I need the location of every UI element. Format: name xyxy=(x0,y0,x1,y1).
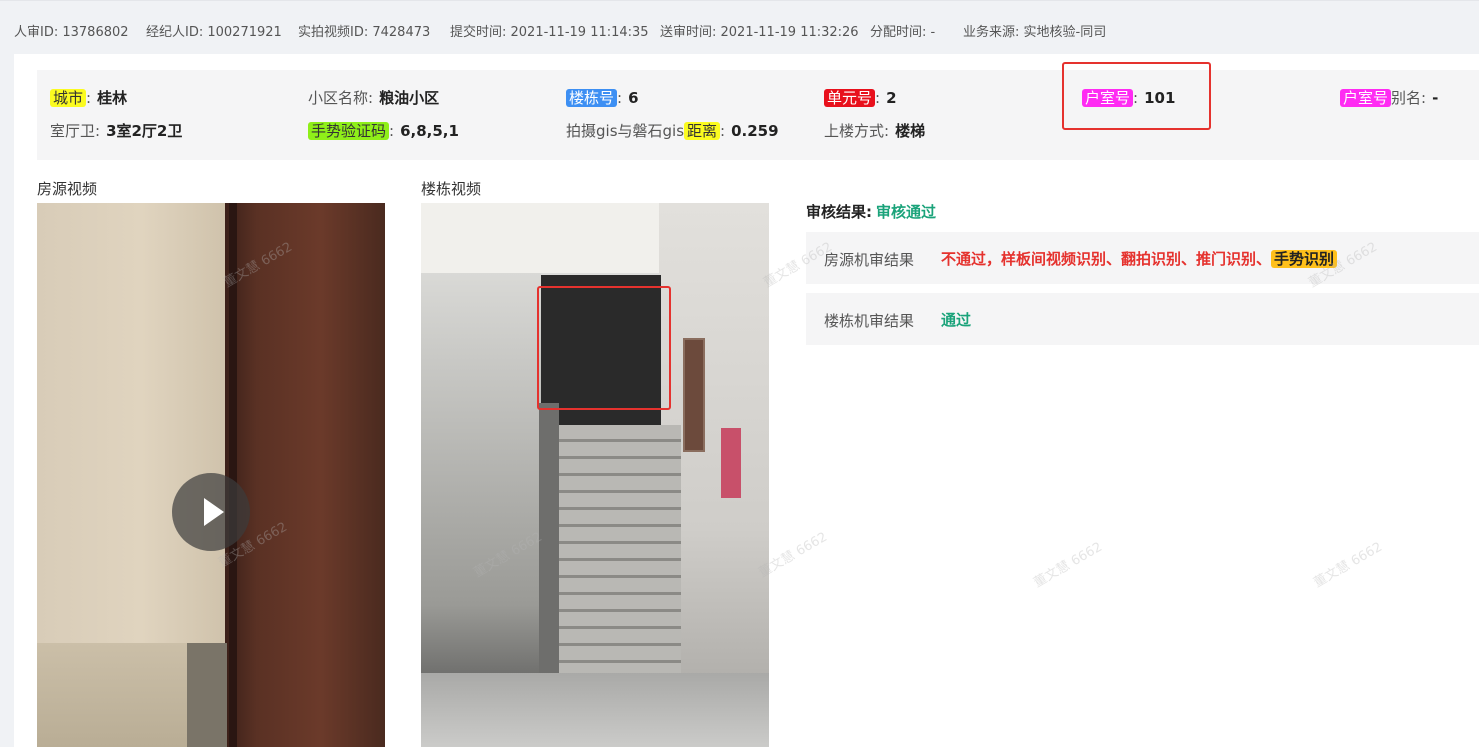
city-value: 桂林 xyxy=(97,89,128,107)
community-value: 粮油小区 xyxy=(379,89,440,107)
building-label: 楼栋号 xyxy=(566,89,618,107)
watermark: 董文慧 6662 xyxy=(1031,539,1105,591)
staircase-image xyxy=(541,425,681,675)
building-video-player[interactable] xyxy=(421,203,769,747)
business-source: 业务来源: 实地核验-同司 xyxy=(963,25,1107,40)
building-video-label: 楼栋视频 xyxy=(421,180,482,198)
city-field: 城市: 桂林 xyxy=(50,87,127,108)
gis-distance-value: 0.259 xyxy=(731,122,779,140)
room-alias-tag: 户室号 xyxy=(1340,89,1392,107)
review-panel: 城市: 桂林 小区名称: 粮油小区 楼栋号:6 单元号:2 户室号:101 户室号别… xyxy=(14,54,1479,747)
room-number-annotation-box xyxy=(1062,62,1211,130)
layout-label: 室厅卫: xyxy=(50,122,101,140)
house-machine-result-label: 房源机审结果 xyxy=(824,251,915,269)
stairs-field: 上楼方式: 楼梯 xyxy=(824,120,925,141)
gis-distance-prefix: 拍摄gis与磐石gis xyxy=(566,122,685,140)
house-video-label: 房源视频 xyxy=(37,180,98,198)
building-machine-result-value: 通过 xyxy=(941,311,972,329)
building-value: 6 xyxy=(628,89,639,107)
header-meta-bar: 人审ID: 13786802 经纪人ID: 100271921 实拍视频ID: … xyxy=(0,0,1479,55)
video-id: 实拍视频ID: 7428473 xyxy=(298,25,431,40)
reviewer-id: 人审ID: 13786802 xyxy=(14,25,129,40)
watermark: 董文慧 6662 xyxy=(1311,539,1385,591)
community-field: 小区名称: 粮油小区 xyxy=(308,87,439,108)
send-time: 送审时间: 2021-11-19 11:32:26 xyxy=(660,25,859,40)
layout-field: 室厅卫: 3室2厅2卫 xyxy=(50,120,182,141)
review-result-title: 审核结果: 审核通过 xyxy=(806,203,937,221)
building-field: 楼栋号:6 xyxy=(566,87,639,108)
gesture-code-value: 6,8,5,1 xyxy=(400,122,459,140)
room-alias-value: - xyxy=(1432,89,1439,107)
room-alias-field: 户室号 别名: - xyxy=(1340,87,1438,108)
community-label: 小区名称: xyxy=(308,89,374,107)
room-alias-label: 别名: xyxy=(1391,89,1427,107)
doorway-annotation-box xyxy=(537,286,671,410)
building-machine-result-row: 楼栋机审结果 通过 xyxy=(806,293,1479,345)
agent-id: 经纪人ID: 100271921 xyxy=(146,25,282,40)
gesture-code-field: 手势验证码:6,8,5,1 xyxy=(308,120,459,141)
city-label: 城市 xyxy=(50,89,87,107)
layout-value: 3室2厅2卫 xyxy=(106,122,183,140)
stairs-value: 楼梯 xyxy=(895,122,926,140)
review-status: 审核通过 xyxy=(876,203,937,221)
unit-value: 2 xyxy=(886,89,897,107)
door-image xyxy=(225,203,385,747)
house-machine-result-value: 不通过，样板间视频识别、翻拍识别、推门识别、 手势识别 xyxy=(941,248,1338,269)
gis-distance-field: 拍摄gis与磐石gis 距离:0.259 xyxy=(566,122,779,140)
building-machine-result-label: 楼栋机审结果 xyxy=(824,312,915,330)
submit-time: 提交时间: 2021-11-19 11:14:35 xyxy=(450,25,649,40)
gesture-code-label: 手势验证码 xyxy=(308,122,390,140)
house-machine-result-row: 房源机审结果 不通过，样板间视频识别、翻拍识别、推门识别、 手势识别 xyxy=(806,232,1479,284)
assign-time: 分配时间: - xyxy=(870,25,936,40)
gis-distance-tag: 距离 xyxy=(684,122,721,140)
unit-label: 单元号 xyxy=(824,89,876,107)
unit-field: 单元号:2 xyxy=(824,87,897,108)
house-video-player[interactable] xyxy=(37,203,385,747)
stairs-label: 上楼方式: xyxy=(824,122,890,140)
property-info-card: 城市: 桂林 小区名称: 粮油小区 楼栋号:6 单元号:2 户室号:101 户室号别… xyxy=(37,70,1479,160)
